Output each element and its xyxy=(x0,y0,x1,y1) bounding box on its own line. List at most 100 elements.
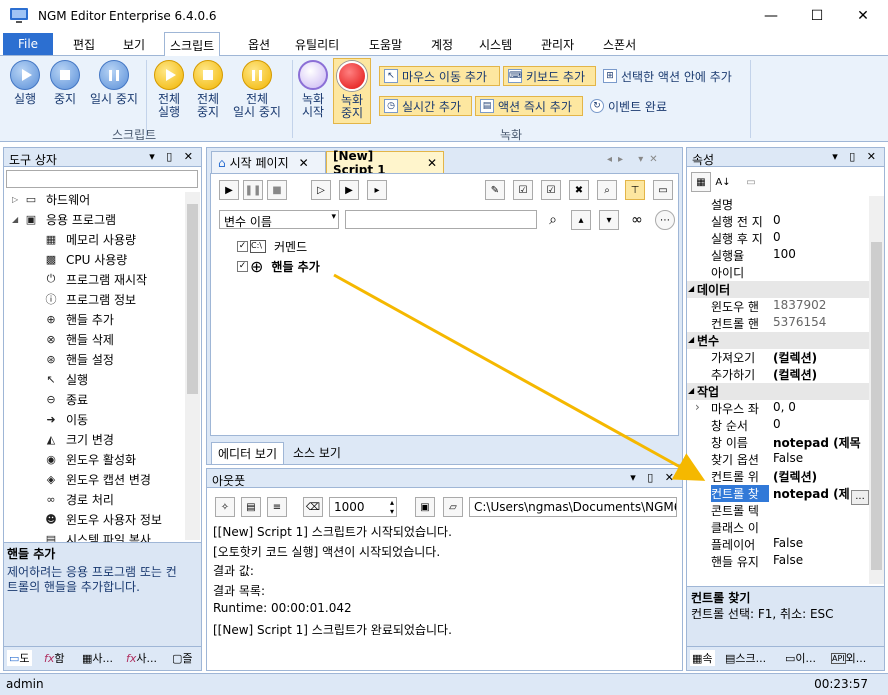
toolbox-item[interactable]: ▷ ▭ 하드웨어 xyxy=(12,190,90,208)
property-row[interactable]: 창 순서 0 xyxy=(687,417,871,434)
toolbox-scroll-thumb[interactable] xyxy=(187,204,198,394)
toolbox-item[interactable]: ➜ 이동 xyxy=(44,410,88,428)
menu-admin[interactable]: 관리자 xyxy=(536,35,579,54)
run-to-icon[interactable]: ▶ xyxy=(339,180,359,200)
property-value[interactable]: (컬렉션) xyxy=(773,366,871,383)
record-start-button[interactable]: 녹화 시작 xyxy=(296,60,330,119)
property-value[interactable]: False xyxy=(773,451,871,465)
tab-user2[interactable]: fx 사... xyxy=(126,650,157,666)
property-row[interactable]: 창 이름 notepad (제목 xyxy=(687,434,871,451)
tab-functions[interactable]: fx 함 xyxy=(44,650,65,666)
list-icon[interactable]: ≡ xyxy=(267,497,287,517)
loop-icon[interactable]: ∞ xyxy=(627,210,647,230)
toolbox-item[interactable]: ⊛ 핸들 설정 xyxy=(44,350,114,368)
property-row[interactable]: › 마우스 좌 0, 0 xyxy=(687,400,871,417)
collapse-icon[interactable]: ◢ xyxy=(688,335,694,344)
pause-icon[interactable]: ❚❚ xyxy=(243,180,263,200)
toolbox-item[interactable]: ↖ 실행 xyxy=(44,370,88,388)
property-row[interactable]: 실행율 100 xyxy=(687,247,871,264)
clear-wand-icon[interactable]: ✧ xyxy=(215,497,235,517)
property-row[interactable]: 컨트롤 위 (컬렉션) xyxy=(687,468,871,485)
property-value[interactable]: 0 xyxy=(773,230,871,244)
property-row[interactable]: 핸들 유지 False xyxy=(687,553,871,570)
property-row[interactable]: 플레이어 False xyxy=(687,536,871,553)
menu-sponsor[interactable]: 스폰서 xyxy=(598,35,641,54)
run-icon[interactable]: ▶ xyxy=(219,180,239,200)
menu-options[interactable]: 옵션 xyxy=(243,35,275,54)
add-mouse-move-button[interactable]: ↖ 마우스 이동 추가 xyxy=(379,66,500,86)
property-value[interactable]: 5376154 xyxy=(773,315,871,329)
toolbox-scrollbar[interactable] xyxy=(185,192,200,540)
max-lines-stepper[interactable]: 1000 ▴ ▾ xyxy=(329,497,397,517)
property-value[interactable]: (컬렉션) xyxy=(773,468,871,485)
monitor-icon[interactable]: ▭ xyxy=(653,180,673,200)
property-row[interactable]: 컨트롤 찾 notepad (제 xyxy=(687,485,871,502)
property-value[interactable]: 0 xyxy=(773,213,871,227)
property-row[interactable]: 윈도우 핸 1837902 xyxy=(687,298,871,315)
property-value[interactable]: 100 xyxy=(773,247,871,261)
property-value[interactable]: False xyxy=(773,536,871,550)
tab-script-list[interactable]: ▤ 스크... xyxy=(725,650,766,666)
menu-system[interactable]: 시스템 xyxy=(474,35,517,54)
property-row[interactable]: 설명 xyxy=(687,196,871,213)
property-value[interactable]: (컬렉션) xyxy=(773,349,871,366)
save-icon[interactable]: ▣ xyxy=(415,497,435,517)
property-category[interactable]: ◢ 변수 xyxy=(687,332,871,349)
properties-scroll-thumb[interactable] xyxy=(871,242,882,570)
panel-controls-icon[interactable]: ▾ ▯ ✕ xyxy=(630,471,678,484)
toolbox-item[interactable]: ⏻ 프로그램 재시작 xyxy=(44,270,147,288)
property-row[interactable]: 아이디 xyxy=(687,264,871,281)
script-node-add-handle[interactable]: ✓ ⊕ 핸들 추가 xyxy=(237,257,320,276)
add-action-now-button[interactable]: ▤ 액션 즉시 추가 xyxy=(475,96,583,116)
tab-editor-view[interactable]: 에디터 보기 xyxy=(211,442,285,465)
tab-favorites[interactable]: ▢ 즐 xyxy=(172,650,193,666)
menu-utility[interactable]: 유틸리티 xyxy=(290,35,344,54)
run-selected-icon[interactable]: ▸ xyxy=(367,180,387,200)
property-value[interactable]: 1837902 xyxy=(773,298,871,312)
property-value[interactable]: 0 xyxy=(773,417,871,431)
toolbox-item[interactable]: ∞ 경로 처리 xyxy=(44,490,114,508)
minimize-button[interactable]: — xyxy=(748,0,794,32)
stepper-arrows-icon[interactable]: ▴ ▾ xyxy=(390,498,394,516)
checkbox[interactable]: ✓ xyxy=(237,241,248,252)
expand-icon[interactable]: › xyxy=(695,400,700,414)
edit-icon[interactable]: ✎ xyxy=(485,180,505,200)
property-row[interactable]: 컨트롤 핸 5376154 xyxy=(687,315,871,332)
property-value[interactable]: notepad (제목 xyxy=(773,434,871,451)
run-all-button[interactable]: 전체 실행 xyxy=(150,60,188,119)
toolbox-item[interactable]: ⊖ 종료 xyxy=(44,390,88,408)
maximize-button[interactable]: ☐ xyxy=(794,0,840,32)
property-category[interactable]: ◢ 작업 xyxy=(687,383,871,400)
record-stop-button[interactable]: 녹화 중지 xyxy=(333,58,371,124)
property-row[interactable]: 클래스 이 xyxy=(687,519,871,536)
property-value[interactable]: 0, 0 xyxy=(773,400,871,414)
move-up-icon[interactable]: ▴ xyxy=(571,210,591,230)
pause-all-button[interactable]: 전체 일시 중지 xyxy=(228,60,286,119)
tab-image[interactable]: ▭ 이... xyxy=(785,650,816,666)
property-row[interactable]: 콘트롤 텍 xyxy=(687,502,871,519)
step-icon[interactable]: ▷ xyxy=(311,180,331,200)
toolbox-item[interactable]: ▩ CPU 사용량 xyxy=(44,250,128,268)
panel-controls-icon[interactable]: ▾ ▯ ✕ xyxy=(832,150,880,163)
event-done-button[interactable]: ↻ 이벤트 완료 xyxy=(586,96,671,116)
checkbox[interactable]: ✓ xyxy=(237,261,248,272)
tab-external[interactable]: API 외... xyxy=(831,650,866,666)
property-row[interactable]: 실행 전 지 0 xyxy=(687,213,871,230)
variable-search-input[interactable] xyxy=(345,210,537,229)
tab-toolbox[interactable]: ▭ 도 xyxy=(7,650,32,666)
find-icon[interactable]: ⌕ xyxy=(597,180,617,200)
tab-properties[interactable]: ▦ 속 xyxy=(690,650,715,666)
tab-user1[interactable]: ▦ 사... xyxy=(82,650,113,666)
delete-icon[interactable]: ✖ xyxy=(569,180,589,200)
search-icon[interactable]: ⌕ xyxy=(543,210,563,230)
property-category[interactable]: ◢ 데이터 xyxy=(687,281,871,298)
folder-icon[interactable]: ▱ xyxy=(443,497,463,517)
toolbox-item[interactable]: ◉ 윈도우 활성화 xyxy=(44,450,136,468)
expander-icon[interactable]: ◢ xyxy=(12,215,24,224)
toolbox-item[interactable]: ◢ ▣ 응용 프로그램 xyxy=(12,210,116,228)
stop-all-button[interactable]: 전체 중지 xyxy=(189,60,227,119)
run-button[interactable]: 실행 xyxy=(6,60,44,106)
categorized-icon[interactable]: ▦ xyxy=(691,172,711,192)
add-realtime-button[interactable]: ◷ 실시간 추가 xyxy=(379,96,472,116)
close-window-button[interactable]: ✕ xyxy=(840,0,886,32)
